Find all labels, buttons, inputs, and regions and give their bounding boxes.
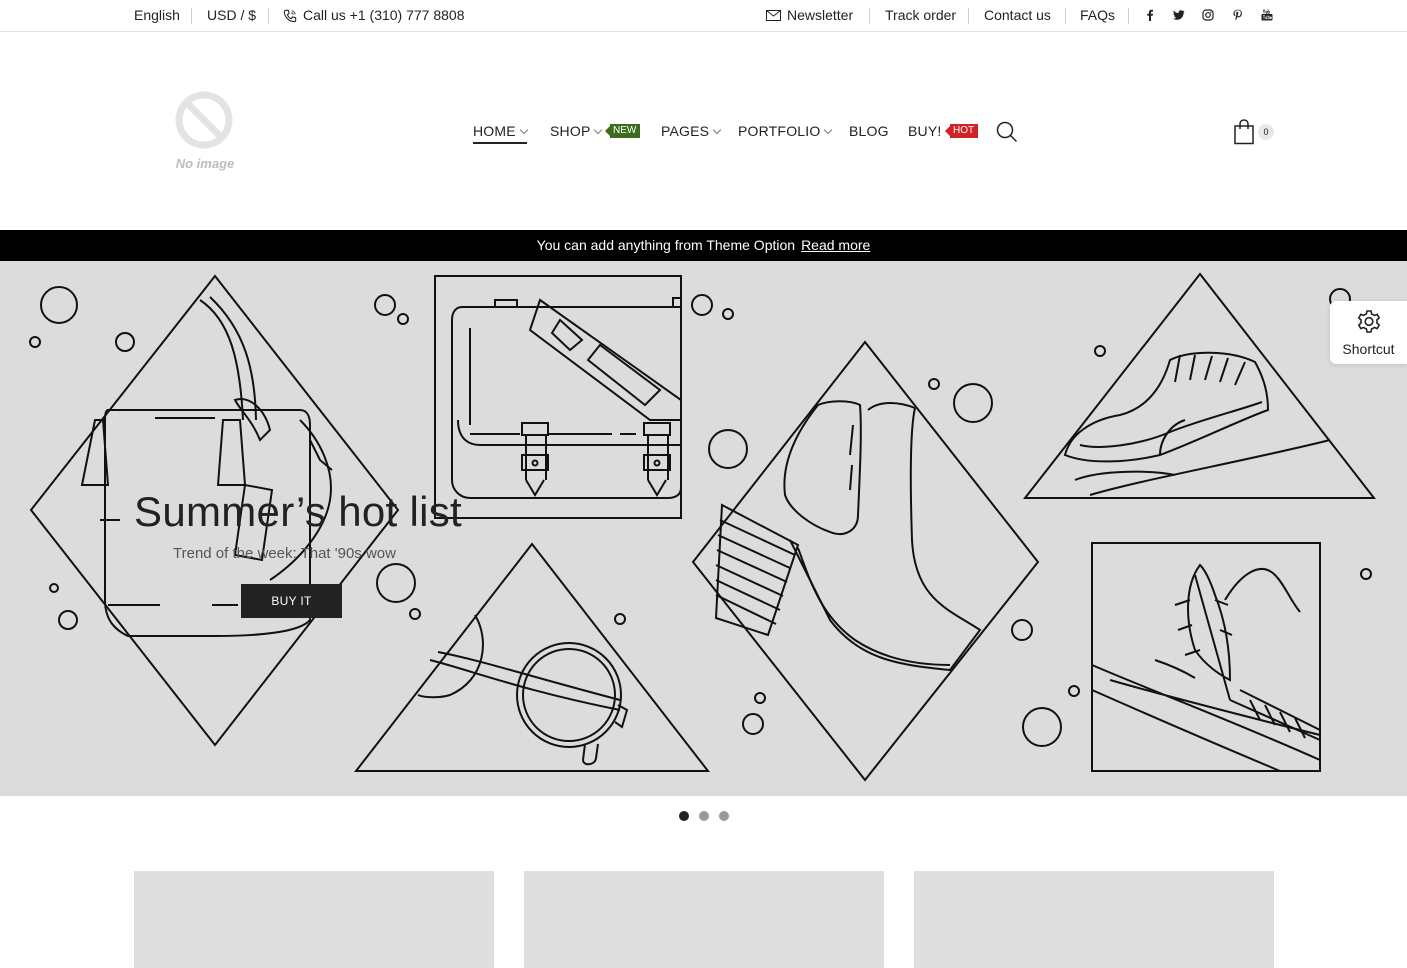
announcement-bar: You can add anything from Theme Option Re… <box>0 230 1407 261</box>
new-badge: NEW <box>604 124 641 138</box>
hot-badge: HOT <box>944 124 979 138</box>
youtube-icon[interactable] <box>1261 9 1273 21</box>
phone-number[interactable]: Call us +1 (310) 777 8808 <box>303 0 465 31</box>
hero-subtitle: Trend of the week: That '90s wow <box>173 545 396 562</box>
nav-pages[interactable]: PAGES <box>661 122 722 144</box>
divider <box>191 8 192 24</box>
instagram-icon[interactable] <box>1202 9 1214 21</box>
chevron-down-icon <box>824 125 833 135</box>
divider <box>968 8 969 24</box>
promo-banner[interactable] <box>914 871 1274 968</box>
track-order-link[interactable]: Track order <box>885 0 956 31</box>
nav-portfolio[interactable]: PORTFOLIO <box>738 122 833 144</box>
promo-banner[interactable] <box>524 871 884 968</box>
read-more-link[interactable]: Read more <box>801 237 870 253</box>
hero-title: Summer’s hot list <box>134 488 462 535</box>
site-logo[interactable]: No image <box>170 90 240 180</box>
slider-dot-3[interactable] <box>719 811 729 821</box>
nav-blog-label: BLOG <box>849 123 889 139</box>
nav-shop-label: SHOP <box>550 123 591 139</box>
announcement-text: You can add anything from Theme Option <box>536 237 796 253</box>
chevron-down-icon <box>712 125 722 135</box>
no-image-icon <box>175 91 233 149</box>
shopping-bag-icon[interactable] <box>1233 119 1255 145</box>
logo-text: No image <box>175 156 235 171</box>
chevron-down-icon <box>519 125 529 135</box>
gear-icon <box>1357 310 1381 333</box>
faqs-link[interactable]: FAQs <box>1080 0 1115 31</box>
nav-home[interactable]: HOME <box>473 122 529 144</box>
hero-slider: Summer’s hot list Trend of the week: Tha… <box>0 261 1407 796</box>
language-selector[interactable]: English <box>134 0 180 31</box>
divider <box>1128 8 1129 24</box>
shortcut-button[interactable]: Shortcut <box>1330 301 1407 364</box>
cart-count-badge: 0 <box>1258 124 1274 140</box>
nav-blog[interactable]: BLOG <box>849 122 889 144</box>
divider <box>1065 8 1066 24</box>
facebook-icon[interactable] <box>1144 9 1156 21</box>
nav-home-label: HOME <box>473 123 516 139</box>
search-icon[interactable] <box>996 121 1018 143</box>
divider <box>869 8 870 24</box>
nav-buy[interactable]: BUY! <box>908 122 941 144</box>
pinterest-icon[interactable] <box>1232 9 1244 21</box>
twitter-icon[interactable] <box>1173 9 1185 21</box>
divider <box>268 8 269 24</box>
currency-selector[interactable]: USD / $ <box>207 0 256 31</box>
buy-it-button[interactable]: BUY IT <box>241 584 342 618</box>
newsletter-link[interactable]: Newsletter <box>787 0 853 31</box>
promo-banner[interactable] <box>134 871 494 968</box>
site-header: No image HOME SHOP NEW PAGES PORTFOLIO B… <box>0 32 1407 230</box>
chevron-down-icon <box>594 125 603 135</box>
nav-buy-label: BUY! <box>908 123 942 139</box>
nav-pages-label: PAGES <box>661 123 710 139</box>
nav-portfolio-label: PORTFOLIO <box>738 123 821 139</box>
shortcut-label: Shortcut <box>1342 341 1395 357</box>
slider-dot-2[interactable] <box>699 811 709 821</box>
contact-us-link[interactable]: Contact us <box>984 0 1051 31</box>
top-bar: English USD / $ Call us +1 (310) 777 880… <box>0 0 1407 32</box>
nav-shop[interactable]: SHOP <box>550 122 603 144</box>
slider-dot-1[interactable] <box>679 811 689 821</box>
envelope-icon <box>766 10 781 21</box>
phone-icon <box>283 9 297 23</box>
